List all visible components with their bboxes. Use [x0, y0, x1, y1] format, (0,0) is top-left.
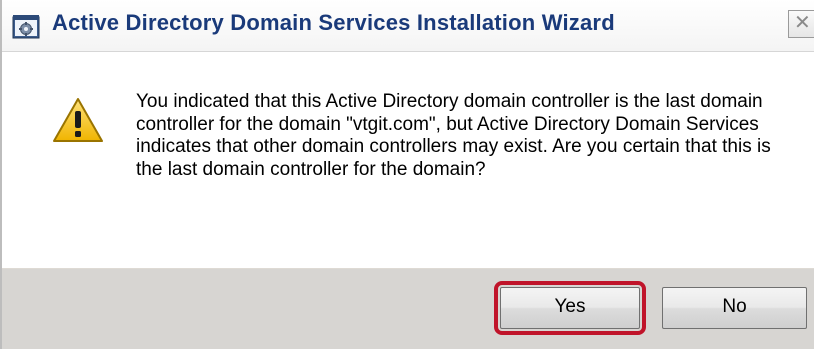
warning-message: You indicated that this Active Directory…	[136, 91, 771, 180]
dialog-window: Active Directory Domain Services Install…	[0, 0, 814, 349]
server-wizard-icon	[12, 14, 42, 40]
no-button[interactable]: No	[662, 287, 807, 329]
close-icon: ✕	[794, 12, 811, 34]
dialog-content: You indicated that this Active Directory…	[2, 52, 814, 268]
button-bar: Yes No	[2, 268, 814, 349]
title-bar[interactable]: Active Directory Domain Services Install…	[2, 0, 814, 52]
yes-button[interactable]: Yes	[494, 281, 646, 335]
close-button[interactable]: ✕	[788, 10, 814, 38]
warning-icon	[52, 96, 104, 144]
window-title: Active Directory Domain Services Install…	[52, 10, 615, 35]
